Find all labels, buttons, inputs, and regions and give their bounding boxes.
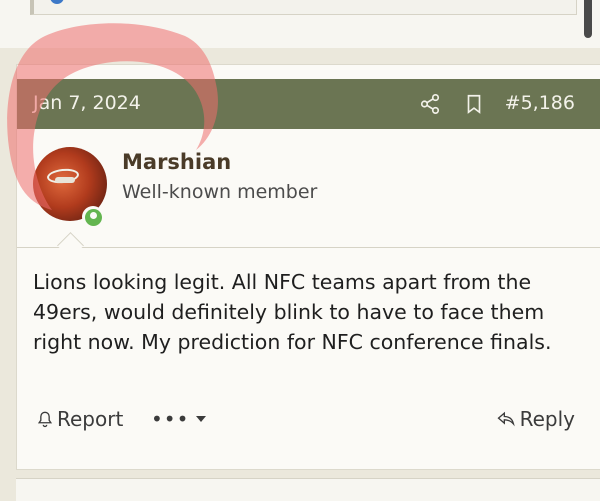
bookmark-icon[interactable] [463, 93, 485, 115]
share-icon[interactable] [419, 93, 441, 115]
previous-post-area [0, 0, 600, 48]
username[interactable]: Marshian [122, 150, 231, 174]
bell-icon [37, 411, 53, 428]
post-header: Jan 7, 2024 #5,186 [17, 79, 600, 129]
scrollbar[interactable] [584, 0, 592, 38]
user-title: Well-known member [122, 181, 318, 203]
post-date[interactable]: Jan 7, 2024 [33, 92, 141, 114]
message-pointer [57, 232, 84, 259]
chevron-down-icon [196, 416, 207, 422]
report-button[interactable]: Report [35, 407, 123, 431]
reply-label: Reply [519, 407, 575, 431]
more-label: ••• [151, 407, 190, 431]
previous-post-card [30, 0, 577, 15]
more-options-button[interactable]: ••• [151, 407, 207, 431]
post-body: Lions looking legit. All NFC teams apart… [33, 270, 552, 354]
online-status-icon [82, 206, 104, 228]
next-post-card [16, 478, 600, 501]
forum-post: Jan 7, 2024 #5,186 Marshian Well-known m… [16, 64, 600, 470]
reply-arrow-icon [497, 411, 515, 427]
avatar-image-detail [55, 177, 75, 183]
divider [17, 247, 600, 248]
report-label: Report [57, 407, 124, 431]
reply-button[interactable]: Reply [496, 407, 575, 431]
post-actions: Report ••• Reply [17, 403, 600, 437]
post-number[interactable]: #5,186 [505, 92, 575, 114]
